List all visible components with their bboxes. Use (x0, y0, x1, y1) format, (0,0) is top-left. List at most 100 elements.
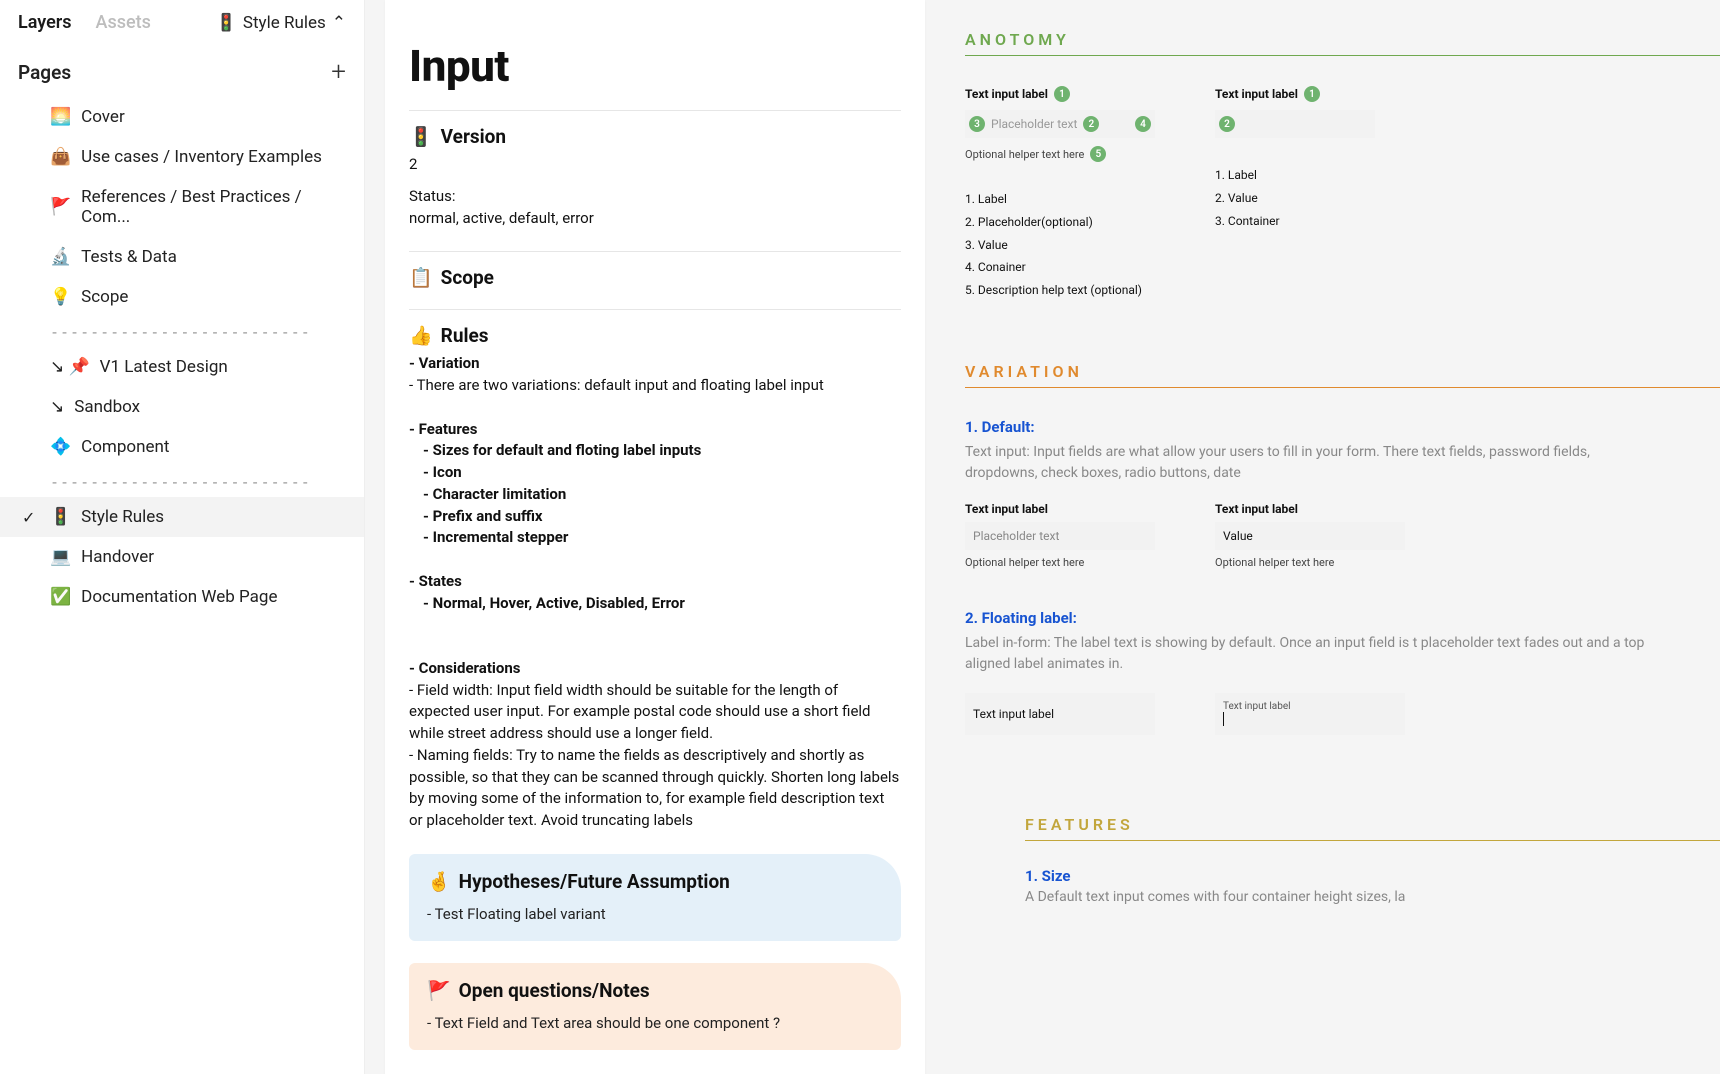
page-dropdown[interactable]: 🚦 Style Rules ⌃ (216, 13, 346, 33)
page-item[interactable]: ✅ Documentation Web Page (0, 577, 364, 617)
page-item-label: Cover (81, 107, 125, 127)
page-item-label: Sandbox (74, 397, 140, 417)
rules-consider-body2: - Naming fields: Try to name the fields … (409, 745, 901, 832)
variation-float-desc: Label in-form: The label text is showing… (965, 633, 1665, 675)
anat-marker-r2: 2 (1219, 116, 1235, 132)
page-item-icon: 🌅 (50, 107, 71, 127)
anat-list-right: 1. Label2. Value3. Container (1215, 164, 1375, 232)
rules-feature-item: - Incremental stepper (423, 527, 901, 549)
page-title: Input (409, 40, 901, 92)
page-item-icon: ↘ (50, 397, 64, 417)
page-item[interactable]: 🔬 Tests & Data (0, 237, 364, 277)
section-rules: Rules (441, 324, 489, 347)
page-item[interactable]: 💡Scope (0, 277, 364, 317)
page-item[interactable]: 🌅 Cover (0, 97, 364, 137)
page-item[interactable]: 🚩 References / Best Practices / Com... (0, 177, 364, 237)
rules-consider-body1: - Field width: Input field width should … (409, 680, 901, 745)
chevron-up-icon: ⌃ (332, 13, 346, 33)
flag-icon: 🚩 (427, 979, 451, 1002)
fingers-crossed-icon: 🤞 (427, 870, 451, 893)
anat-list-item: 3. Container (1215, 210, 1375, 233)
anat-helper: Optional helper text here (965, 148, 1084, 161)
traffic-light-icon: 🚦 (216, 13, 237, 33)
hypotheses-body: - Test Floating label variant (427, 905, 883, 923)
open-questions-card: 🚩 Open questions/Notes - Text Field and … (409, 963, 901, 1050)
anat-marker-5: 5 (1090, 146, 1106, 162)
hypotheses-card: 🤞 Hypotheses/Future Assumption - Test Fl… (409, 854, 901, 941)
page-item-label: References / Best Practices / Com... (81, 187, 346, 227)
anat-right-label: Text input label (1215, 87, 1298, 101)
preview-column: ANOTOMY Text input label 1 3 Placeholder… (965, 0, 1720, 1074)
anat-marker-3: 3 (969, 116, 985, 132)
anat-list-item: 4. Conainer (965, 256, 1155, 279)
page-item-icon: 💠 (50, 437, 71, 457)
canvas[interactable]: Input 🚦 Version 2 Status: normal, active… (365, 0, 1720, 1074)
pages-header: Pages + (0, 41, 364, 93)
anat-list-item: 1. Label (965, 188, 1155, 211)
page-item[interactable]: 👜 Use cases / Inventory Examples (0, 137, 364, 177)
rules-feature-item: - Icon (423, 462, 901, 484)
rules-feature-item: - Character limitation (423, 484, 901, 506)
rules-variation-body: - There are two variations: default inpu… (409, 375, 901, 397)
section-scope: Scope (441, 266, 494, 289)
variation-title: VARIATION (965, 362, 1720, 387)
page-item[interactable]: 🚦Style Rules (0, 497, 364, 537)
page-dropdown-label: Style Rules (243, 13, 326, 33)
features-title: FEATURES (965, 815, 1720, 840)
rules-states-h: - States (409, 571, 901, 593)
hypotheses-heading: Hypotheses/Future Assumption (459, 870, 730, 893)
anat-right-input: 2 (1215, 110, 1375, 138)
status-value: normal, active, default, error (409, 208, 901, 230)
var-label-1: Text input label (965, 502, 1155, 516)
anat-list-item: 5. Description help text (optional) (965, 279, 1155, 302)
page-item-label: Use cases / Inventory Examples (81, 147, 322, 167)
page-item-icon: ✅ (50, 587, 71, 607)
float-input-2: Text input label (1215, 693, 1405, 735)
page-item[interactable]: ↘ 📌V1 Latest Design (0, 347, 364, 387)
page-item-icon: 💻 (50, 547, 71, 567)
var-label-2: Text input label (1215, 502, 1405, 516)
page-item-label: Component (81, 437, 169, 457)
sidebar-header: Layers Assets 🚦 Style Rules ⌃ (0, 0, 364, 41)
tab-layers[interactable]: Layers (18, 12, 72, 33)
page-item-label: Documentation Web Page (81, 587, 277, 607)
page-item-icon: 🔬 (50, 247, 71, 267)
page-item-label: Tests & Data (81, 247, 177, 267)
anotomy-title: ANOTOMY (965, 30, 1720, 55)
status-label: Status: (409, 186, 901, 208)
page-item[interactable]: 💻Handover (0, 537, 364, 577)
clipboard-icon: 📋 (409, 266, 433, 289)
rules-feature-item: - Sizes for default and floting label in… (423, 440, 901, 462)
open-questions-body: - Text Field and Text area should be one… (427, 1014, 883, 1032)
variation-content: 1. Default: Text input: Input fields are… (965, 388, 1720, 815)
section-version: Version (441, 125, 506, 148)
sidebar: Layers Assets 🚦 Style Rules ⌃ Pages + 🌅 C… (0, 0, 365, 1074)
anat-list-item: 1. Label (1215, 164, 1375, 187)
anat-marker-r1: 1 (1304, 86, 1320, 102)
add-page-button[interactable]: + (331, 59, 346, 85)
pages-label: Pages (18, 61, 71, 84)
anat-list-item: 2. Placeholder(optional) (965, 211, 1155, 234)
page-item-icon: 👜 (50, 147, 71, 167)
page-item-icon: 🚩 (50, 197, 71, 217)
version-value: 2 (409, 154, 901, 176)
page-item-icon: ↘ 📌 (50, 357, 90, 377)
anat-marker-4: 4 (1135, 116, 1151, 132)
page-item[interactable]: ↘ Sandbox (0, 387, 364, 427)
anat-list-item: 2. Value (1215, 187, 1375, 210)
features-size-desc: A Default text input comes with four con… (1025, 889, 1720, 905)
rules-feature-item: - Prefix and suffix (423, 506, 901, 528)
features-size-h: 1. Size (1025, 867, 1720, 885)
traffic-light-icon: 🚦 (409, 125, 433, 148)
open-questions-heading: Open questions/Notes (459, 979, 650, 1002)
variation-default-desc: Text input: Input fields are what allow … (965, 442, 1665, 484)
tab-assets[interactable]: Assets (96, 12, 151, 33)
anat-marker-2: 2 (1083, 116, 1099, 132)
page-divider: -------------------------- (0, 467, 364, 497)
var-helper-1: Optional helper text here (965, 556, 1155, 569)
page-item[interactable]: 💠 Component (0, 427, 364, 467)
thumbs-up-icon: 👍 (409, 324, 433, 347)
doc-frame: Input 🚦 Version 2 Status: normal, active… (385, 0, 925, 1074)
anat-left-input: 3 Placeholder text 2 4 (965, 110, 1155, 138)
float-input-1: Text input label (965, 693, 1155, 735)
